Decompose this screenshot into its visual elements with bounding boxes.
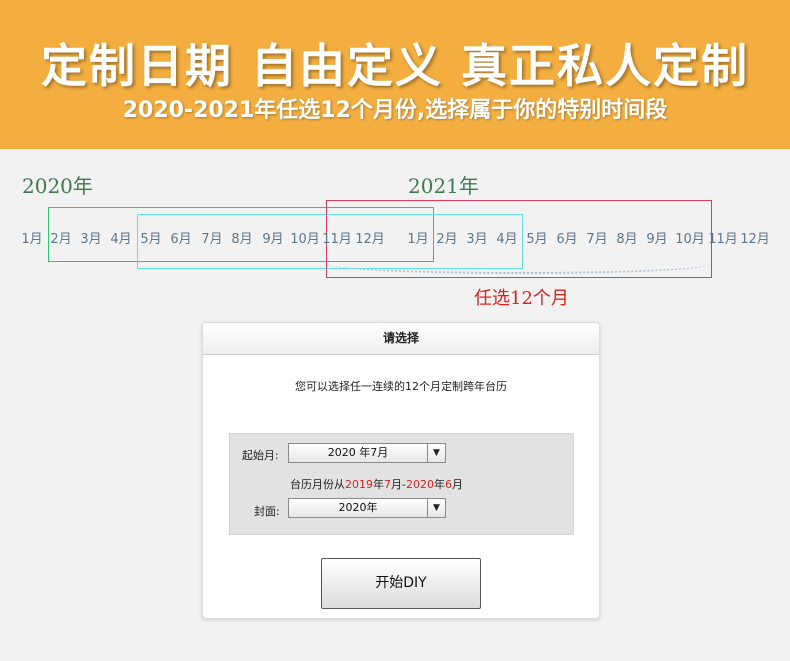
range-prefix: 台历月份从 xyxy=(290,478,345,491)
month-2020-12[interactable]: 12月 xyxy=(355,228,385,247)
calendar-range-text: 台历月份从2019年7月-2020年6月 xyxy=(290,476,463,492)
month-2020-5[interactable]: 5月 xyxy=(136,228,166,247)
range-to-month: 6 xyxy=(444,478,452,491)
dialog-title: 请选择 xyxy=(203,323,599,355)
month-2020-4[interactable]: 4月 xyxy=(106,228,136,247)
year-2020-label: 2020年 xyxy=(22,174,93,198)
chevron-down-icon[interactable]: ▼ xyxy=(427,499,445,517)
month-2020-11[interactable]: 11月 xyxy=(322,228,352,247)
cover-select[interactable]: 2020年 ▼ xyxy=(288,498,446,518)
month-2021-7[interactable]: 7月 xyxy=(582,228,612,247)
banner-title: 定制日期 自由定义 真正私人定制 xyxy=(40,39,750,93)
month-2021-8[interactable]: 8月 xyxy=(612,228,642,247)
month-2020-7[interactable]: 7月 xyxy=(197,228,227,247)
banner: 定制日期 自由定义 真正私人定制 2020-2021年任选12个月份,选择属于你… xyxy=(0,0,790,149)
select-dialog: 请选择 您可以选择任一连续的12个月定制跨年台历 起始月: 2020 年7月 ▼… xyxy=(202,322,600,619)
range-separator: 月- xyxy=(391,478,406,491)
month-2020-8[interactable]: 8月 xyxy=(227,228,257,247)
range-year-char-1: 年 xyxy=(373,478,384,491)
range-from-month: 7 xyxy=(384,478,391,491)
month-2020-10[interactable]: 10月 xyxy=(290,228,320,247)
month-2021-12[interactable]: 12月 xyxy=(740,228,770,247)
range-suffix: 月 xyxy=(451,478,463,491)
pick-12-months-label: 任选12个月 xyxy=(474,288,569,309)
start-month-value: 2020 年7月 xyxy=(327,446,389,459)
month-2020-6[interactable]: 6月 xyxy=(166,228,196,247)
banner-subtitle: 2020-2021年任选12个月份,选择属于你的特别时间段 xyxy=(122,98,668,123)
month-2021-2[interactable]: 2月 xyxy=(432,228,462,247)
month-2020-2[interactable]: 2月 xyxy=(46,228,76,247)
start-month-label: 起始月: xyxy=(242,449,279,462)
month-2020-9[interactable]: 9月 xyxy=(258,228,288,247)
range-from-year: 2019 xyxy=(345,478,373,491)
month-2020-1[interactable]: 1月 xyxy=(17,228,47,247)
options-panel: 起始月: 2020 年7月 ▼ 台历月份从2019年7月-2020年6月 封面:… xyxy=(229,433,574,535)
month-2021-4[interactable]: 4月 xyxy=(492,228,522,247)
month-2021-1[interactable]: 1月 xyxy=(403,228,433,247)
month-2021-5[interactable]: 5月 xyxy=(522,228,552,247)
cover-value: 2020年 xyxy=(338,501,378,514)
month-2021-6[interactable]: 6月 xyxy=(552,228,582,247)
month-2021-9[interactable]: 9月 xyxy=(642,228,672,247)
start-diy-button[interactable]: 开始DIY xyxy=(321,558,481,609)
cover-label: 封面: xyxy=(254,505,280,518)
range-year-char-2: 年 xyxy=(433,478,445,491)
range-to-year: 2020 xyxy=(405,478,434,491)
start-month-select[interactable]: 2020 年7月 ▼ xyxy=(288,443,446,463)
month-2021-3[interactable]: 3月 xyxy=(462,228,492,247)
month-2020-3[interactable]: 3月 xyxy=(76,228,106,247)
dialog-description: 您可以选择任一连续的12个月定制跨年台历 xyxy=(295,380,507,393)
month-2021-11[interactable]: 11月 xyxy=(708,228,738,247)
month-2021-10[interactable]: 10月 xyxy=(675,228,705,247)
chevron-down-icon[interactable]: ▼ xyxy=(427,444,445,462)
year-2021-label: 2021年 xyxy=(408,174,479,198)
